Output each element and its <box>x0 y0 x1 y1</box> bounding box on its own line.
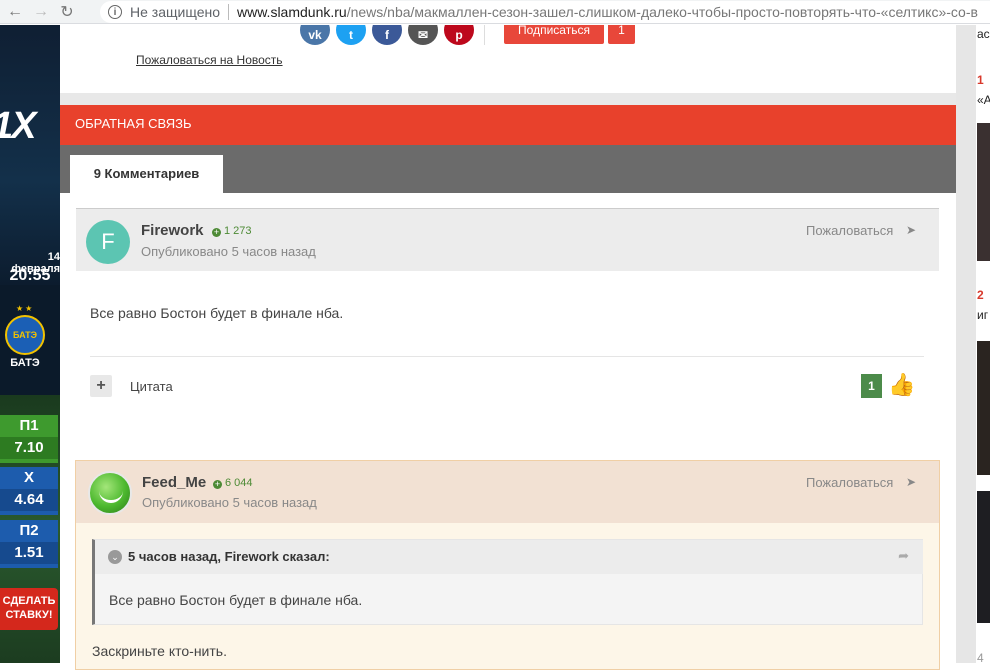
team-crest: БАТЭ <box>5 315 45 355</box>
comment-header: F Firework +1 273 Опубликовано 5 часов н… <box>76 209 939 271</box>
avatar-smile <box>99 491 123 503</box>
facebook-share-icon[interactable]: f <box>372 25 402 45</box>
odds-value: 4.64 <box>0 489 58 511</box>
odds-x[interactable]: X 4.64 <box>0 467 58 515</box>
reputation-value: 1 273 <box>224 225 252 237</box>
ad-background <box>0 25 60 285</box>
quote-text: Все равно Бостон будет в финале нба. <box>109 592 363 608</box>
share-icon[interactable]: ➤ <box>906 223 916 237</box>
scroll-gutter <box>956 25 976 663</box>
multiquote-button[interactable]: + <box>90 375 112 397</box>
ad-logo: 1X <box>0 105 37 147</box>
sidebar-rank: 1 <box>977 73 984 87</box>
place-bet-button[interactable]: СДЕЛАТЬ СТАВКУ! <box>0 588 58 630</box>
info-icon[interactable]: i <box>108 5 122 19</box>
sidebar-rank: 2 <box>977 288 984 302</box>
reputation-badge: +6 044 <box>213 477 253 489</box>
comment-author[interactable]: Firework <box>141 222 204 239</box>
odds-value: 1.51 <box>0 542 58 564</box>
quote-citation: 5 часов назад, Firework сказал: <box>128 549 330 564</box>
subscribe-count: 1 <box>608 24 635 44</box>
feedback-header: ОБРАТНАЯ СВЯЗЬ <box>60 105 956 145</box>
sidebar-text[interactable]: «А <box>977 93 990 107</box>
divider <box>484 25 485 45</box>
comment-tabs: 9 Комментариев <box>60 145 956 193</box>
avatar[interactable]: F <box>86 220 130 264</box>
comment-timestamp[interactable]: Опубликовано 5 часов назад <box>141 244 316 259</box>
comment-body: Все равно Бостон будет в финале нба. <box>90 305 344 321</box>
sidebar-text[interactable]: ас <box>977 27 990 41</box>
sidebar-rank: 4 <box>977 651 984 663</box>
comment-author[interactable]: Feed_Me <box>142 474 206 491</box>
comment: Feed_Me +6 044 Опубликовано 5 часов наза… <box>75 460 940 670</box>
odds-p2[interactable]: П2 1.51 <box>0 520 58 568</box>
section-divider <box>60 93 956 105</box>
quote-button[interactable]: Цитата <box>130 379 173 394</box>
report-comment-link[interactable]: Пожаловаться <box>806 475 893 490</box>
forward-icon[interactable]: → <box>30 1 52 23</box>
email-share-icon[interactable]: ✉ <box>408 25 438 45</box>
chevron-down-icon[interactable]: ⌄ <box>108 550 122 564</box>
right-sidebar: ас 1 «А 2 иг 4 <box>976 25 990 663</box>
comment-header: Feed_Me +6 044 Опубликовано 5 часов наза… <box>76 461 939 523</box>
like-count: 1 <box>861 374 882 398</box>
vk-share-icon[interactable]: vk <box>300 25 330 45</box>
go-to-quote-icon[interactable]: ➦ <box>898 548 909 564</box>
url-divider <box>228 4 229 20</box>
subscribe-button[interactable]: Подписаться <box>504 25 604 44</box>
url-path: /news/nba/макмаллен-сезон-зашел-слишком-… <box>346 4 978 20</box>
plus-icon: + <box>212 227 221 237</box>
browser-toolbar: ← → ↻ i Не защищено www.slamdunk.ru/news… <box>0 0 990 24</box>
comment: F Firework +1 273 Опубликовано 5 часов н… <box>76 208 939 448</box>
odds-label: X <box>23 469 34 486</box>
back-icon[interactable]: ← <box>4 1 26 23</box>
odds-label: П2 <box>19 522 39 539</box>
odds-label: П1 <box>19 417 39 434</box>
pinterest-share-icon[interactable]: p <box>444 25 474 45</box>
twitter-share-icon[interactable]: t <box>336 25 366 45</box>
reputation-value: 6 044 <box>225 477 253 489</box>
stars-icon: ★★ <box>16 304 35 313</box>
sidebar-thumbnail[interactable] <box>977 123 990 261</box>
odds-value: 7.10 <box>0 437 58 459</box>
share-buttons: vk t f ✉ p <box>300 25 474 47</box>
security-label: Не защищено <box>130 4 220 20</box>
url-host: www.slamdunk.ru <box>237 4 347 20</box>
left-ad-banner[interactable]: 1X 14 февраля 20:55 ★★ БАТЭ БАТЭ П1 7.10… <box>0 25 60 663</box>
ad-team-name: БАТЭ <box>10 357 40 369</box>
share-icon[interactable]: ➤ <box>906 475 916 489</box>
report-comment-link[interactable]: Пожаловаться <box>806 223 893 238</box>
main-content: vk t f ✉ p Подписаться 1 Пожаловаться на… <box>60 24 956 670</box>
sidebar-thumbnail[interactable] <box>977 491 990 623</box>
comments-list: F Firework +1 273 Опубликовано 5 часов н… <box>60 193 956 670</box>
quote-block: ⌄ 5 часов назад, Firework сказал: ➦ Все … <box>92 539 923 625</box>
ad-match-time: 20:55 <box>9 267 51 284</box>
divider <box>90 356 924 357</box>
report-news-link[interactable]: Пожаловаться на Новость <box>136 53 283 67</box>
address-bar[interactable]: i Не защищено www.slamdunk.ru/news/nba/м… <box>100 1 990 23</box>
odds-p1[interactable]: П1 7.10 <box>0 415 58 463</box>
reload-icon[interactable]: ↻ <box>56 1 78 23</box>
comment-body: Заскриньте кто-нить. <box>92 643 227 659</box>
sidebar-text[interactable]: иг <box>977 308 988 322</box>
reputation-badge: +1 273 <box>212 225 252 237</box>
comment-timestamp[interactable]: Опубликовано 5 часов назад <box>142 495 317 510</box>
quote-header: ⌄ 5 часов назад, Firework сказал: ➦ <box>95 540 923 574</box>
thumbs-up-icon[interactable]: 👍 <box>888 372 915 398</box>
team-crest-text: БАТЭ <box>12 330 38 340</box>
avatar[interactable] <box>88 471 132 515</box>
tab-comments[interactable]: 9 Комментариев <box>70 155 223 193</box>
sidebar-thumbnail[interactable] <box>977 341 990 475</box>
plus-icon: + <box>213 479 222 489</box>
